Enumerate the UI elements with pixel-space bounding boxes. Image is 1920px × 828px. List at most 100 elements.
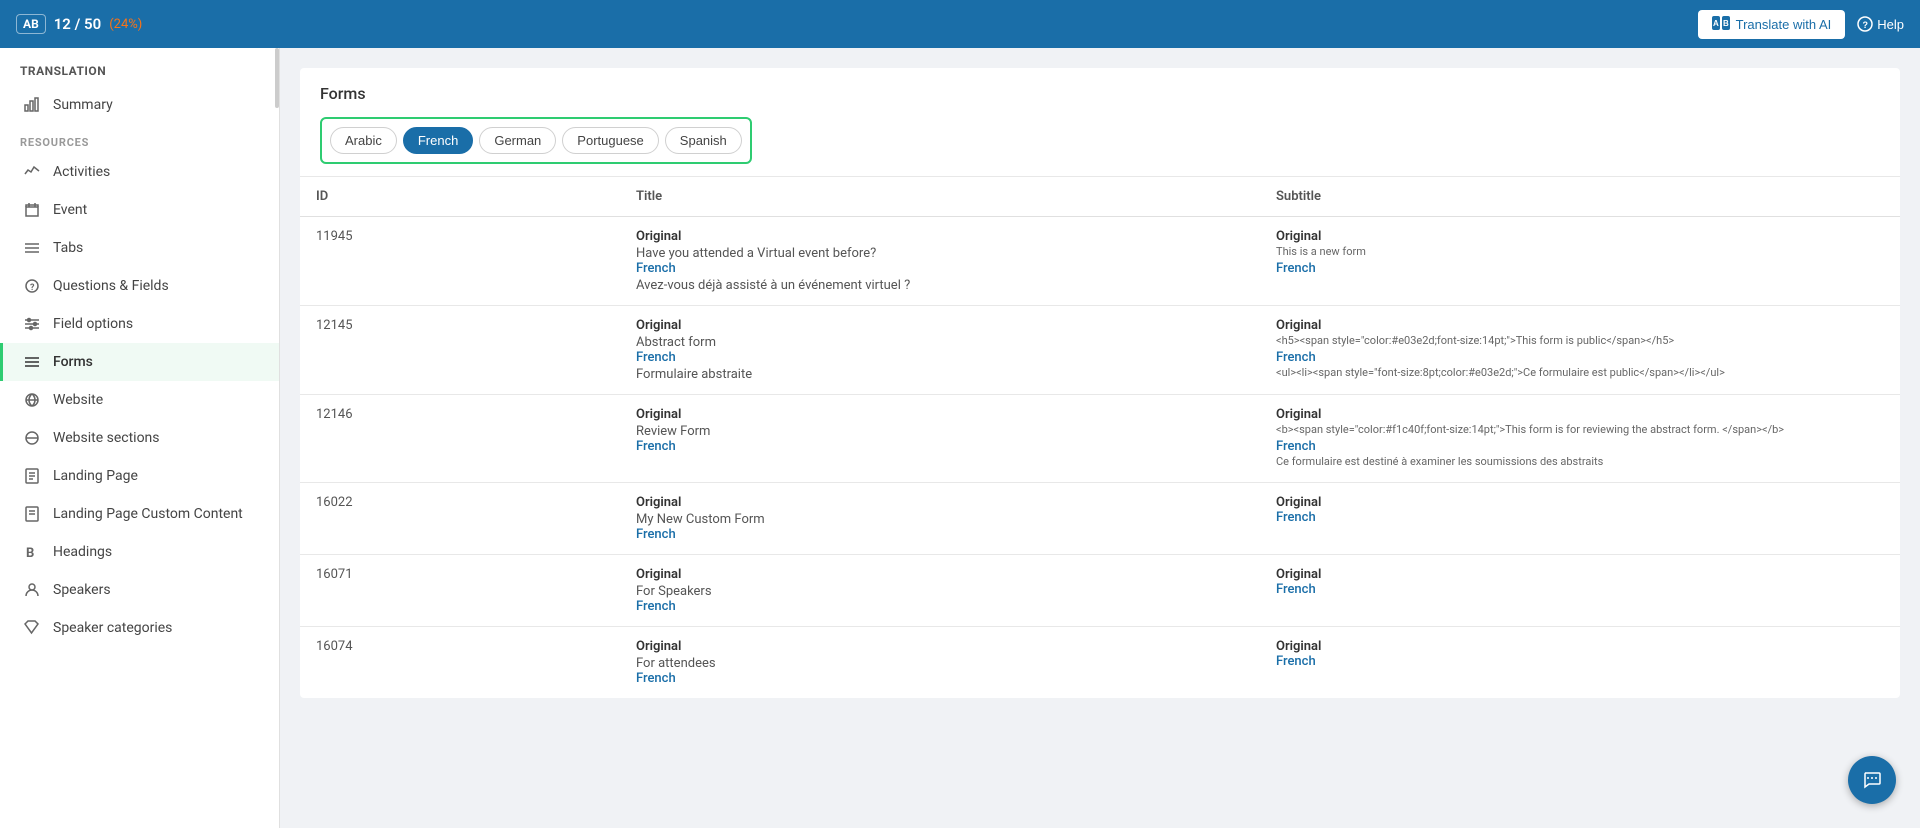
translation-badge: AB (16, 14, 46, 34)
cell-title: OriginalMy New Custom FormFrench (620, 483, 1260, 555)
sidebar-item-landing-page-custom[interactable]: Landing Page Custom Content (0, 495, 279, 533)
cell-id: 12145 (300, 306, 620, 395)
cell-id: 11945 (300, 217, 620, 306)
subtitle-french-link[interactable]: French (1276, 261, 1884, 276)
sidebar-item-website-sections[interactable]: Website sections (0, 419, 279, 457)
title-original-text: For attendees (636, 656, 1244, 671)
speaker-categories-icon (23, 619, 41, 637)
sidebar-item-landing-page[interactable]: Landing Page (0, 457, 279, 495)
title-original-label: Original (636, 639, 1244, 654)
sidebar-item-speaker-categories[interactable]: Speaker categories (0, 609, 279, 647)
lang-tab-spanish[interactable]: Spanish (665, 127, 742, 154)
forms-label: Forms (53, 354, 93, 370)
landing-page-custom-label: Landing Page Custom Content (53, 506, 243, 522)
help-icon: ? (1857, 16, 1873, 32)
language-tabs-container: Arabic French German Portuguese Spanish (320, 117, 752, 164)
tabs-icon (23, 239, 41, 257)
sidebar-item-field-options[interactable]: Field options (0, 305, 279, 343)
sidebar: TRANSLATION Summary RESOURCES Activities (0, 48, 280, 828)
svg-text:?: ? (1863, 20, 1869, 30)
field-options-icon (23, 315, 41, 333)
title-original-text: My New Custom Form (636, 512, 1244, 527)
subtitle-original-text: This is a new form (1276, 244, 1884, 261)
cell-subtitle: Original<b><span style="color:#f1c40f;fo… (1260, 395, 1900, 483)
translate-ai-button[interactable]: A B Translate with AI (1698, 10, 1846, 39)
help-button[interactable]: ? Help (1857, 16, 1904, 32)
title-original-label: Original (636, 229, 1244, 244)
summary-label: Summary (53, 97, 113, 113)
headings-label: Headings (53, 544, 112, 560)
lang-tab-portuguese[interactable]: Portuguese (562, 127, 659, 154)
cell-title: OriginalReview FormFrench (620, 395, 1260, 483)
table-row: 12146OriginalReview FormFrenchOriginal<b… (300, 395, 1900, 483)
cell-id: 12146 (300, 395, 620, 483)
sidebar-item-summary[interactable]: Summary (0, 86, 279, 124)
count-total: 50 (84, 15, 101, 33)
questions-fields-icon: ? (23, 277, 41, 295)
subtitle-french-link[interactable]: French (1276, 350, 1884, 365)
landing-page-label: Landing Page (53, 468, 138, 484)
subtitle-french-text: Ce formulaire est destiné à examiner les… (1276, 454, 1884, 471)
table-row: 16022OriginalMy New Custom FormFrenchOri… (300, 483, 1900, 555)
sidebar-item-speakers[interactable]: Speakers (0, 571, 279, 609)
sidebar-item-tabs[interactable]: Tabs (0, 229, 279, 267)
sidebar-item-website[interactable]: Website (0, 381, 279, 419)
title-original-label: Original (636, 318, 1244, 333)
svg-text:B: B (1723, 19, 1729, 28)
svg-text:?: ? (30, 283, 35, 293)
title-french-text: Avez-vous déjà assisté à un événement vi… (636, 278, 1244, 293)
translate-ai-label: Translate with AI (1736, 17, 1832, 32)
cell-id: 16022 (300, 483, 620, 555)
chat-bubble[interactable] (1848, 756, 1896, 804)
title-original-text: Abstract form (636, 335, 1244, 350)
col-header-title: Title (620, 177, 1260, 217)
lang-tab-german[interactable]: German (479, 127, 556, 154)
subtitle-original-label: Original (1276, 639, 1884, 654)
sidebar-item-activities[interactable]: Activities (0, 153, 279, 191)
help-label: Help (1877, 17, 1904, 32)
cell-title: Original For attendeesFrench (620, 627, 1260, 699)
title-original-text: Have you attended a Virtual event before… (636, 246, 1244, 261)
col-header-subtitle: Subtitle (1260, 177, 1900, 217)
table-row: 16071OriginalFor SpeakersFrenchOriginalF… (300, 555, 1900, 627)
sidebar-scrollbar[interactable] (273, 48, 279, 828)
sidebar-item-headings[interactable]: B Headings (0, 533, 279, 571)
lang-tab-french[interactable]: French (403, 127, 473, 154)
title-french-link[interactable]: French (636, 439, 1244, 454)
forms-table: ID Title Subtitle 11945OriginalHave you … (300, 177, 1900, 698)
forms-icon (23, 353, 41, 371)
title-original-text: Review Form (636, 424, 1244, 439)
table-row: 12145OriginalAbstract formFrenchFormulai… (300, 306, 1900, 395)
event-icon (23, 201, 41, 219)
cell-id: 16074 (300, 627, 620, 699)
subtitle-french-link[interactable]: French (1276, 654, 1884, 669)
table-row: 16074OriginalFor attendeesFrenchOriginal… (300, 627, 1900, 699)
sidebar-item-questions-fields[interactable]: ? Questions & Fields (0, 267, 279, 305)
lang-tab-arabic[interactable]: Arabic (330, 127, 397, 154)
resources-section-label: RESOURCES (0, 124, 279, 153)
badge-ab: AB (23, 17, 39, 31)
subtitle-french-link[interactable]: French (1276, 439, 1884, 454)
table-row: 11945 Original Have you attended a Virtual… (300, 217, 1900, 306)
title-french-link[interactable]: French (636, 527, 1244, 542)
website-icon (23, 391, 41, 409)
sidebar-scrollbar-thumb (275, 48, 279, 108)
activities-label: Activities (53, 164, 110, 180)
title-french-link[interactable]: French (636, 261, 1244, 276)
forms-panel: Forms Arabic French German Portuguese Sp… (300, 68, 1900, 698)
event-label: Event (53, 202, 87, 218)
title-french-link[interactable]: French (636, 671, 1244, 686)
speaker-categories-label: Speaker categories (53, 620, 172, 636)
title-french-link[interactable]: French (636, 599, 1244, 614)
chat-icon (1861, 769, 1883, 791)
subtitle-original-text: <b><span style="color:#f1c40f;font-size:… (1276, 422, 1884, 439)
subtitle-french-link[interactable]: French (1276, 510, 1884, 525)
sidebar-item-forms[interactable]: Forms (0, 343, 279, 381)
title-original-text: For Speakers (636, 584, 1244, 599)
sidebar-item-event[interactable]: Event (0, 191, 279, 229)
subtitle-french-link[interactable]: French (1276, 582, 1884, 597)
cell-subtitle: OriginalThis is a new formFrench (1260, 217, 1900, 306)
headings-icon: B (23, 543, 41, 561)
title-french-link[interactable]: French (636, 350, 1244, 365)
subtitle-original-label: Original (1276, 407, 1884, 422)
